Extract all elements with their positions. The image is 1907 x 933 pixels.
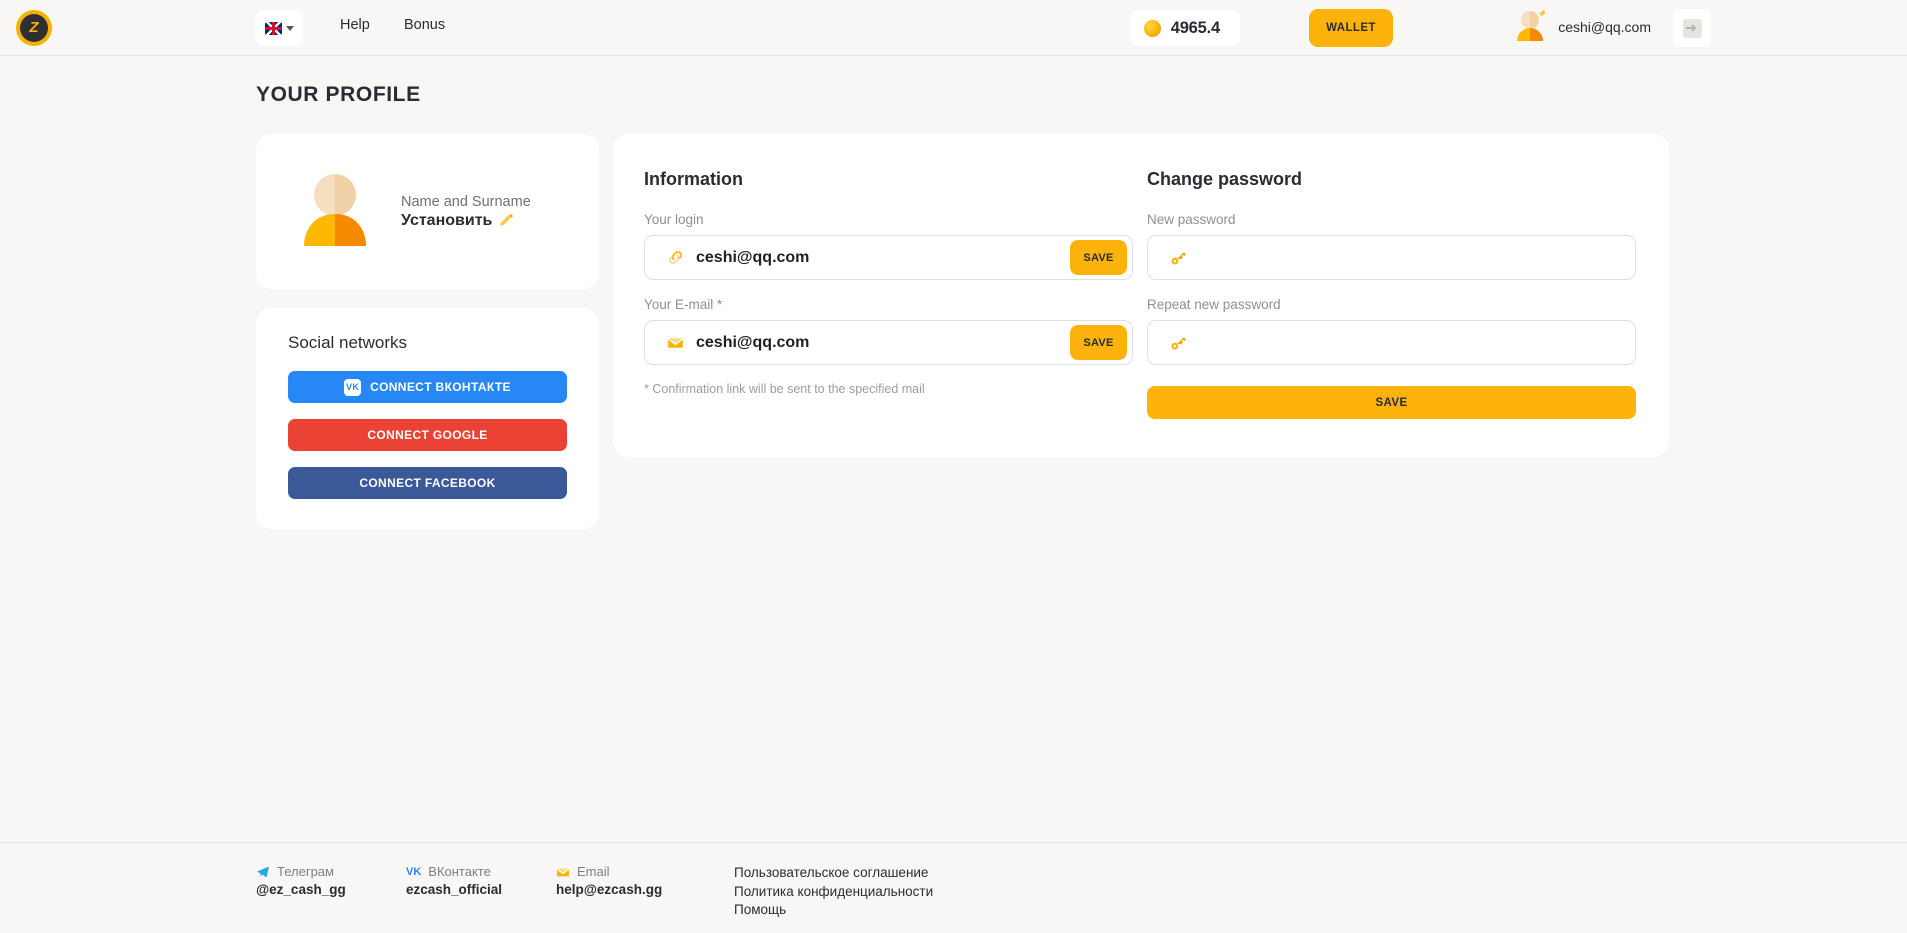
footer-link-privacy[interactable]: Политика конфиденциальности (734, 883, 933, 902)
social-networks-card: Social networks VK CONNECT ВКОНТАКТЕ CON… (256, 308, 599, 529)
footer-link-terms[interactable]: Пользовательское соглашение (734, 864, 933, 883)
link-icon (667, 249, 684, 266)
footer-email-name: Email (577, 864, 610, 879)
forms-card: Information Your login ceshi@qq.com SAVE… (613, 134, 1669, 457)
email-label: Your E-mail * (644, 297, 1133, 312)
mail-icon (556, 865, 570, 879)
login-value: ceshi@qq.com (696, 249, 1070, 267)
footer-contact-email: Email help@ezcash.gg (556, 864, 706, 897)
email-save-button[interactable]: SAVE (1070, 325, 1127, 360)
footer-vk-value[interactable]: ezcash_official (406, 882, 556, 897)
footer-telegram-name: Телеграм (277, 864, 334, 879)
footer-email-head: Email (556, 864, 706, 879)
ez-cash-logo-icon[interactable]: Z (16, 10, 52, 46)
footer-telegram-value[interactable]: @ez_cash_gg (256, 882, 406, 897)
page-title: YOUR PROFILE (256, 83, 1907, 107)
page-footer: Телеграм @ez_cash_gg VK ВКонтакте ezcash… (0, 842, 1907, 933)
logout-arrow-icon (1683, 19, 1702, 38)
new-password-label: New password (1147, 212, 1636, 227)
user-menu[interactable]: ceshi@qq.com (1512, 7, 1651, 47)
login-field[interactable]: ceshi@qq.com SAVE (644, 235, 1133, 280)
profile-name-row[interactable]: Установить (401, 212, 531, 230)
left-column: Name and Surname Установить Social netwo… (256, 134, 599, 529)
login-save-button[interactable]: SAVE (1070, 240, 1127, 275)
connect-vkontakte-label: CONNECT ВКОНТАКТЕ (370, 380, 511, 394)
footer-email-value[interactable]: help@ezcash.gg (556, 882, 706, 897)
wallet-button[interactable]: WALLET (1309, 9, 1393, 47)
repeat-password-field[interactable] (1147, 320, 1636, 365)
connect-vkontakte-button[interactable]: VK CONNECT ВКОНТАКТЕ (288, 371, 567, 403)
profile-name-block: Name and Surname Установить (401, 194, 531, 230)
connect-google-button[interactable]: CONNECT GOOGLE (288, 419, 567, 451)
mail-icon (667, 334, 684, 351)
footer-contact-vk: VK ВКонтакте ezcash_official (406, 864, 556, 897)
right-column: Information Your login ceshi@qq.com SAVE… (613, 134, 1669, 529)
key-icon (1170, 249, 1187, 266)
connect-facebook-label: CONNECT FACEBOOK (359, 476, 495, 490)
footer-telegram-head: Телеграм (256, 864, 406, 879)
telegram-icon (256, 865, 270, 879)
profile-card: Name and Surname Установить (256, 134, 599, 289)
email-confirmation-hint: * Confirmation link will be sent to the … (644, 382, 1133, 396)
information-title: Information (644, 169, 1133, 190)
email-value: ceshi@qq.com (696, 334, 1070, 352)
change-password-title: Change password (1147, 169, 1636, 190)
profile-name-label: Name and Surname (401, 194, 531, 210)
avatar (1512, 7, 1548, 47)
logo-letter: Z (20, 14, 48, 42)
footer-vk-name: ВКонтакте (428, 864, 491, 879)
page-content: YOUR PROFILE Name and Surname Установить (0, 56, 1907, 529)
connect-google-label: CONNECT GOOGLE (367, 428, 487, 442)
information-section: Information Your login ceshi@qq.com SAVE… (644, 169, 1133, 419)
new-password-field[interactable] (1147, 235, 1636, 280)
key-icon (1170, 334, 1187, 351)
top-header: Z Help Bonus 4965.4 WALLET ceshi@qq.com (0, 0, 1907, 56)
pencil-icon[interactable] (499, 213, 514, 228)
user-email-label: ceshi@qq.com (1558, 19, 1651, 35)
vk-icon: VK (406, 866, 421, 878)
logout-button[interactable] (1673, 9, 1711, 47)
social-networks-title: Social networks (288, 333, 569, 353)
profile-layout: Name and Surname Установить Social netwo… (256, 134, 1907, 529)
nav-link-help[interactable]: Help (340, 17, 370, 33)
login-label: Your login (644, 212, 1133, 227)
chevron-down-icon (286, 26, 294, 31)
change-password-section: Change password New password Repeat new … (1147, 169, 1636, 419)
language-selector[interactable] (255, 10, 303, 46)
email-field[interactable]: ceshi@qq.com SAVE (644, 320, 1133, 365)
coin-icon (1144, 20, 1161, 37)
footer-contact-telegram: Телеграм @ez_cash_gg (256, 864, 406, 897)
connect-facebook-button[interactable]: CONNECT FACEBOOK (288, 467, 567, 499)
profile-avatar (294, 166, 376, 258)
vk-icon: VK (344, 379, 361, 396)
balance-amount: 4965.4 (1171, 19, 1220, 38)
repeat-password-label: Repeat new password (1147, 297, 1636, 312)
balance-chip[interactable]: 4965.4 (1130, 10, 1240, 46)
profile-name-value: Установить (401, 212, 492, 230)
uk-flag-icon (265, 22, 282, 35)
footer-vk-head: VK ВКонтакте (406, 864, 556, 879)
change-password-save-button[interactable]: SAVE (1147, 386, 1636, 419)
nav-link-bonus[interactable]: Bonus (404, 17, 445, 33)
footer-link-help[interactable]: Помощь (734, 901, 933, 920)
footer-links: Пользовательское соглашение Политика кон… (734, 864, 933, 920)
